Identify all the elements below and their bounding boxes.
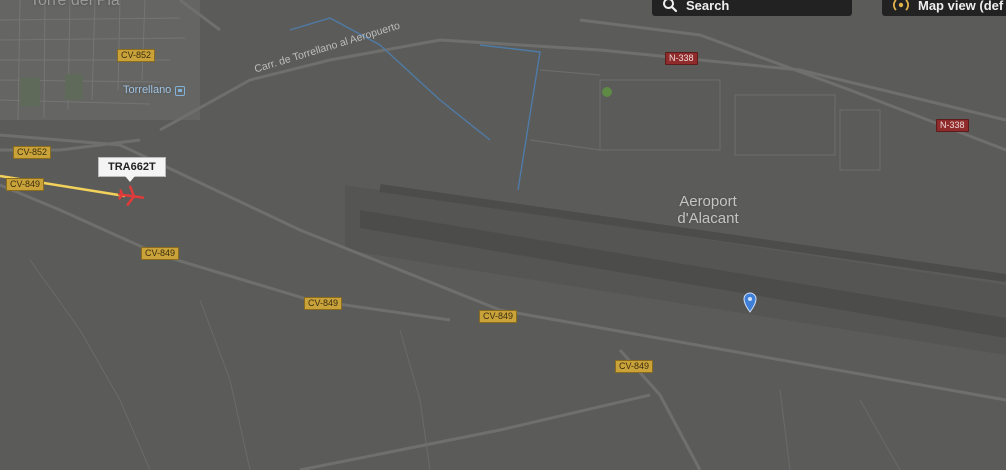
road-label-cv852: CV-852: [13, 146, 52, 159]
map-view-label: Map view (def: [918, 0, 1004, 13]
plane-icon[interactable]: [117, 185, 145, 206]
broadcast-icon: [893, 0, 909, 11]
map-view-button[interactable]: Map view (def: [882, 0, 1006, 16]
station-label: Torrellano: [123, 84, 172, 96]
green-spot: [602, 87, 612, 97]
map-canvas[interactable]: Torre del Pla Torrellano Carr. de Torrel…: [0, 0, 1006, 470]
road-label-cv849: CV-849: [479, 310, 518, 323]
search-label: Search: [686, 0, 730, 13]
park-area: [20, 78, 40, 106]
search-button[interactable]: Search: [652, 0, 852, 16]
road-label-cv849: CV-849: [6, 178, 45, 191]
train-station-icon: [175, 86, 185, 96]
map-base-layer: [0, 0, 1006, 470]
place-name-top: Torre del Pla: [30, 0, 120, 9]
park-area: [65, 74, 83, 100]
airport-label-line2: d'Alacant: [677, 210, 739, 227]
magnifier-icon: [663, 0, 678, 13]
road-label-cv849: CV-849: [304, 297, 343, 310]
terminal-buildings: [529, 69, 881, 171]
flight-callsign-label[interactable]: TRA662T: [98, 157, 166, 182]
road-label-n338: N-338: [936, 119, 969, 132]
airport-label: Aeroport d'Alacant: [663, 193, 753, 227]
road-label-n338: N-338: [665, 52, 698, 65]
road-label-cv849: CV-849: [615, 360, 654, 373]
road-label-cv852: CV-852: [117, 49, 156, 62]
airport-label-line1: Aeroport: [679, 193, 737, 210]
road-label-cv849: CV-849: [141, 247, 180, 260]
